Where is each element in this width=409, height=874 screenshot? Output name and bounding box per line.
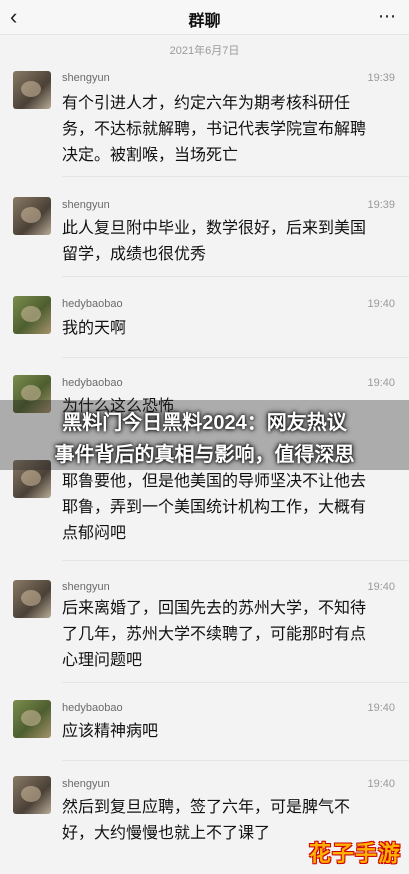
headline-line-2: 事件背后的真相与影响，值得深思 (54, 444, 355, 466)
message-time: 19:39 (367, 72, 395, 84)
message-text: 有个引进人才，约定六年为期考核科研任务，不达标就解聘，书记代表学院宣布解聘决定。… (62, 95, 367, 164)
message-user: shengyun (62, 581, 110, 593)
date-separator: 2021年6月7日 (169, 45, 240, 57)
message-text: 后来离婚了，回国先去的苏州大学，不知待了几年，苏州大学不续聘了，可能那时有点心理… (62, 600, 367, 669)
divider (62, 357, 409, 358)
avatar[interactable] (13, 197, 51, 235)
message-user: shengyun (62, 778, 110, 790)
message-text: 我的天啊 (62, 320, 127, 337)
message-user: hedybaobao (62, 702, 123, 714)
headline-line-1: 黑料门今日黑料2024：网友热议 (62, 412, 347, 434)
more-icon[interactable]: ⋯ (378, 6, 397, 27)
message-time: 19:39 (367, 199, 395, 211)
divider (62, 760, 409, 761)
watermark-logo: 花子手游 (308, 841, 401, 866)
message-time: 19:40 (367, 778, 395, 790)
avatar[interactable] (13, 580, 51, 618)
message-user: shengyun (62, 199, 110, 211)
page-title: 群聊 (188, 13, 221, 30)
headline-banner: 黑料门今日黑料2024：网友热议 事件背后的真相与影响，值得深思 (0, 400, 409, 470)
message-time: 19:40 (367, 702, 395, 714)
avatar[interactable] (13, 296, 51, 334)
avatar[interactable] (13, 71, 51, 109)
message-time: 19:40 (367, 377, 395, 389)
message-user: hedybaobao (62, 298, 123, 310)
divider (62, 682, 409, 683)
avatar[interactable] (13, 776, 51, 814)
avatar[interactable] (13, 700, 51, 738)
divider (62, 276, 409, 277)
message-user: shengyun (62, 72, 110, 84)
message-text: 耶鲁要他，但是他美国的导师坚决不让他去耶鲁，弄到一个美国统计机构工作，大概有点郁… (62, 473, 367, 542)
divider (62, 560, 409, 561)
message-user: hedybaobao (62, 377, 123, 389)
message-time: 19:40 (367, 298, 395, 310)
divider (62, 176, 409, 177)
message-text: 此人复旦附中毕业，数学很好，后来到美国留学，成绩也很优秀 (62, 220, 367, 263)
message-time: 19:40 (367, 581, 395, 593)
chat-header: ‹ 群聊 ⋯ (0, 0, 409, 35)
message-text: 应该精神病吧 (62, 723, 159, 740)
